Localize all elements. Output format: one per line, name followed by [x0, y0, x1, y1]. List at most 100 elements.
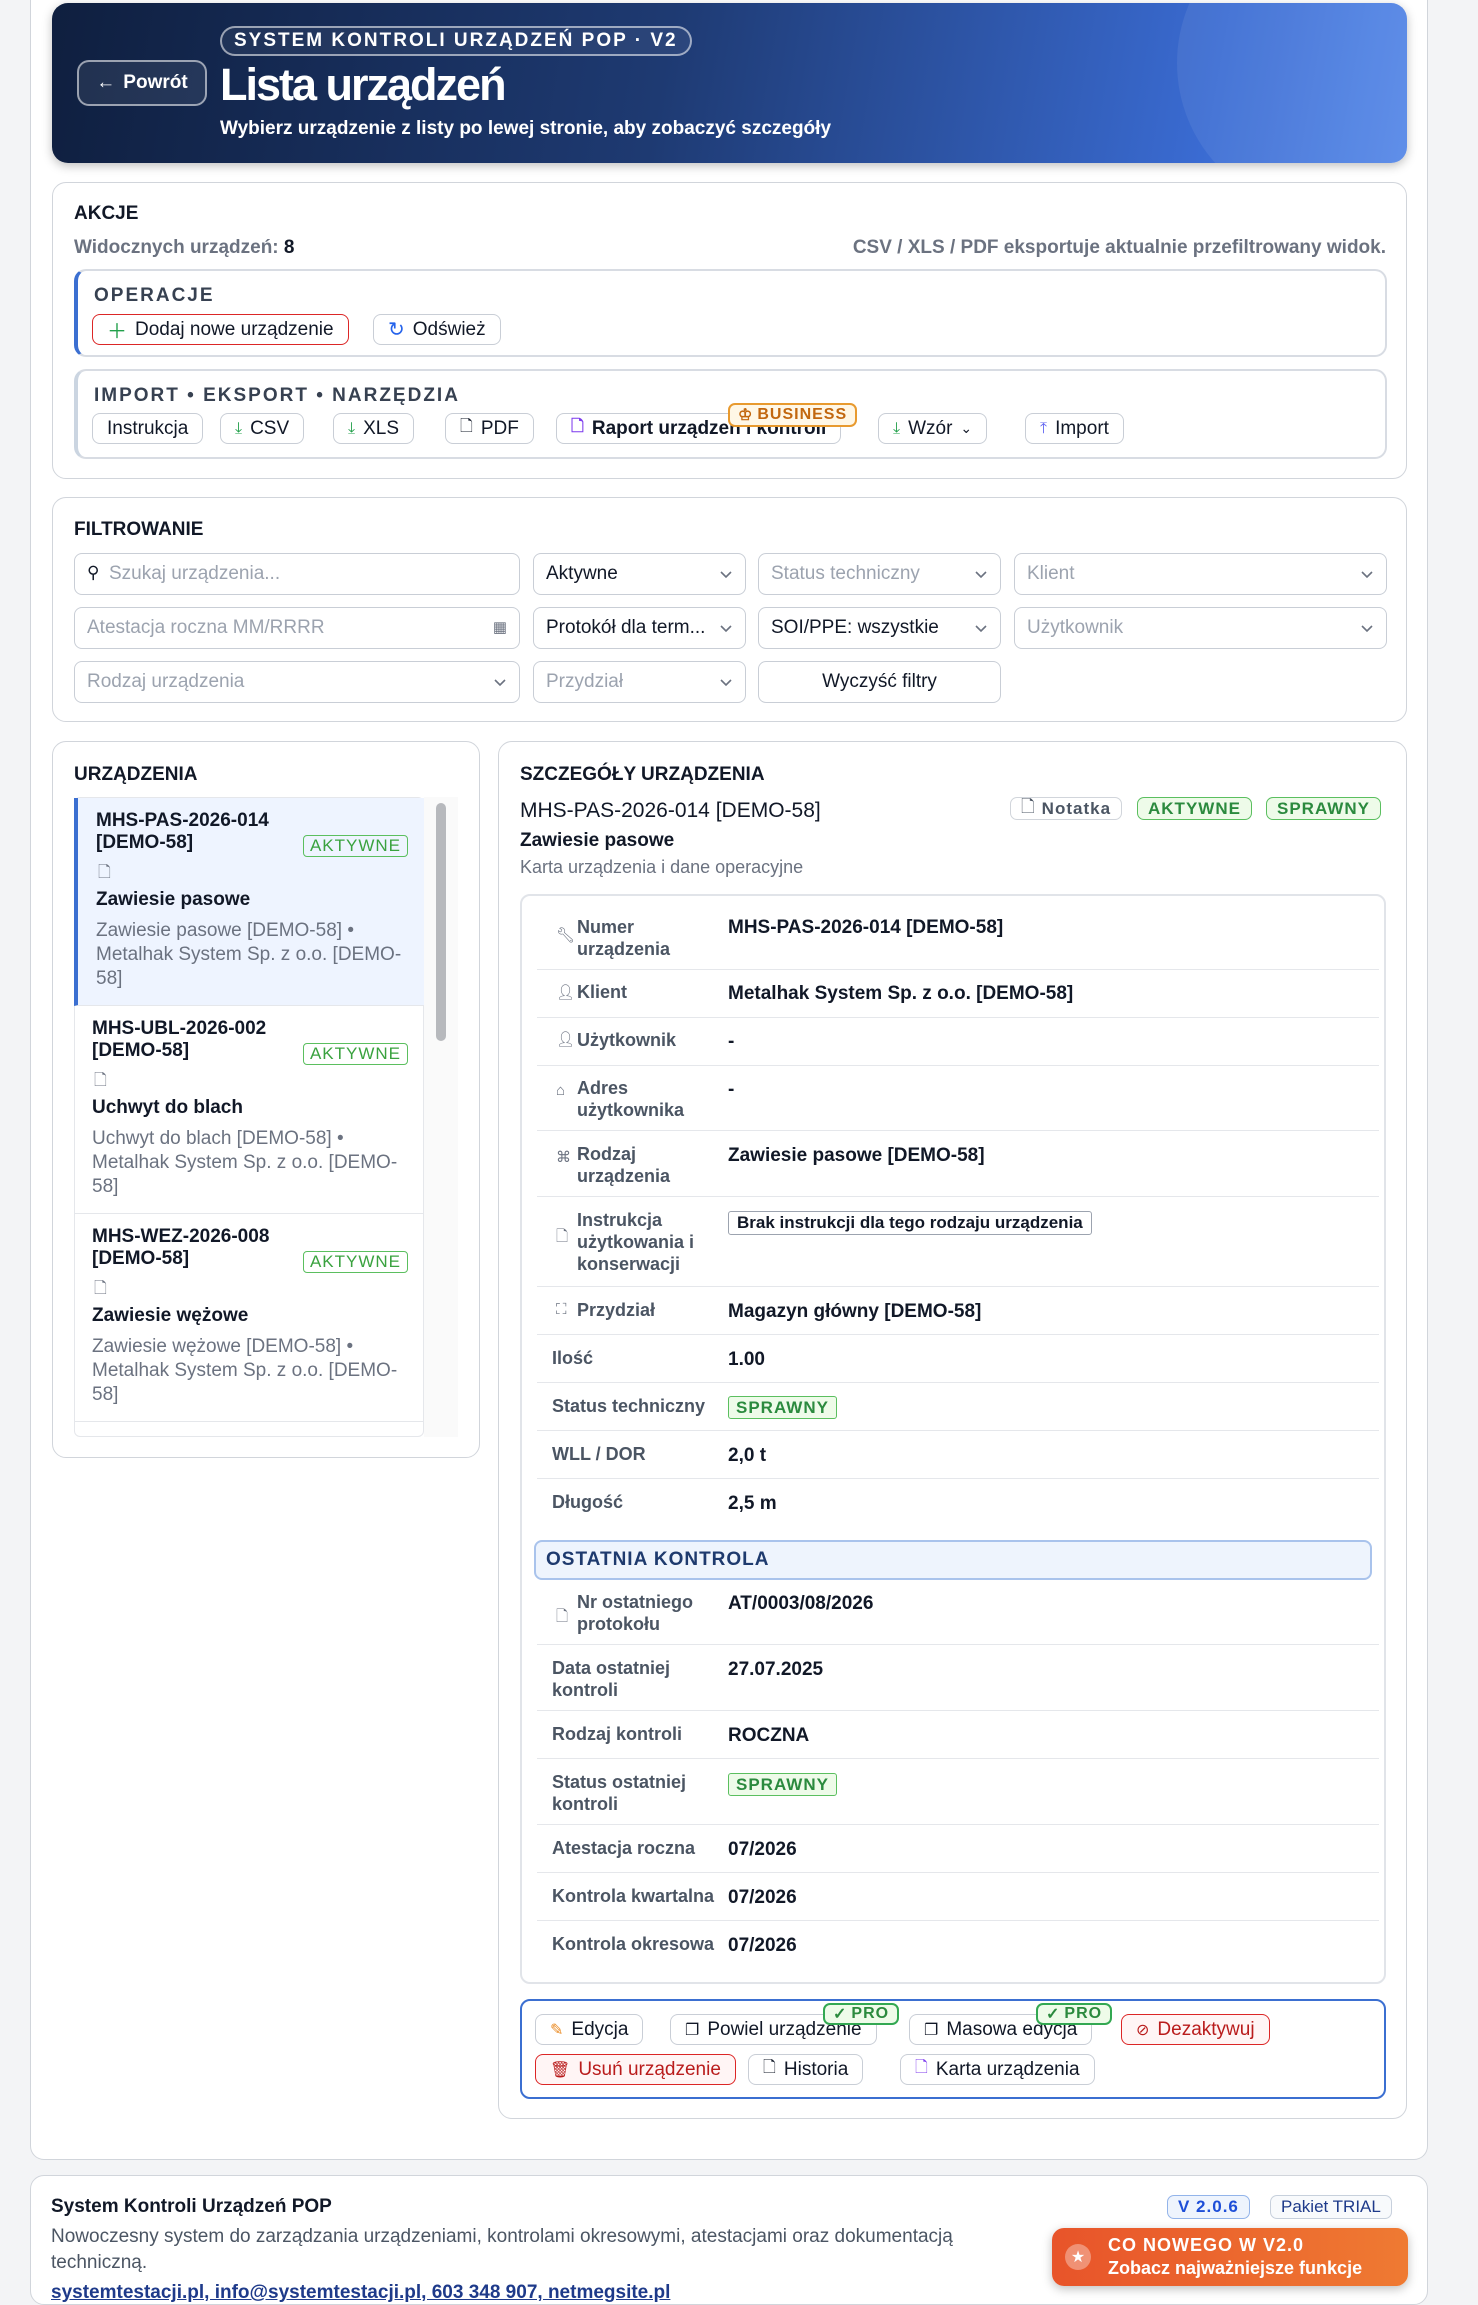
device-type-select[interactable]: Rodzaj urządzenia	[74, 661, 520, 703]
calendar-icon: ▦	[492, 619, 507, 636]
chevron-down-icon	[974, 565, 988, 579]
tech-status-select[interactable]: Status techniczny	[758, 553, 1001, 595]
ban-icon: ⊘	[1136, 2021, 1150, 2039]
export-pdf-button[interactable]: 🗋 PDF	[445, 413, 534, 444]
business-badge: ♔ BUSINESS	[728, 403, 858, 427]
file-report-icon: 🗋	[915, 2059, 928, 2076]
file-icon: 🗋	[556, 1608, 569, 1625]
user-select[interactable]: Użytkownik	[1014, 607, 1387, 649]
date-label: Data ostatniej kontroli	[552, 1658, 671, 1700]
file-icon: 🗋	[94, 1280, 107, 1297]
length-label: Długość	[552, 1492, 624, 1512]
list-item[interactable]: MHS-WEZ-2026-008 [DEMO-58] AKTYWNE 🗋 Zaw…	[74, 1214, 424, 1422]
filters-title: FILTROWANIE	[74, 519, 204, 540]
search-input[interactable]: ⚲ Szukaj urządzenia...	[74, 553, 520, 595]
device-code: MHS-PAS-2026-014 [DEMO-58]	[96, 810, 269, 853]
device-name: Uchwyt do blach	[92, 1097, 243, 1118]
device-name: Zawiesie wężowe	[92, 1305, 249, 1326]
file-icon: 🗋	[98, 864, 111, 881]
wll-value: 2,0 t	[728, 1445, 767, 1466]
list-item[interactable]: MHS-PAS-2026-014 [DEMO-58] AKTYWNE 🗋 Zaw…	[74, 798, 424, 1006]
copy-icon: ❐	[685, 2021, 700, 2039]
kind-label: Rodzaj kontroli	[552, 1724, 682, 1744]
whats-new-button[interactable]: ★ CO NOWEGO W V2.0 Zobacz najważniejsze …	[1052, 2228, 1408, 2286]
tools-title: IMPORT • EKSPORT • NARZĘDZIA	[94, 385, 460, 406]
upload-icon: ⤒	[1040, 419, 1048, 437]
operations-panel: OPERACJE ＋ Dodaj nowe urządzenie ↻ Odświ…	[74, 269, 1387, 357]
control-status-label: Status ostatniej kontroli	[552, 1772, 687, 1814]
actions-title: AKCJE	[74, 203, 139, 224]
version-badge: V 2.0.6	[1167, 2195, 1250, 2219]
copy-icon: ❐	[924, 2021, 939, 2039]
history-button[interactable]: 🗋 Historia	[748, 2054, 864, 2085]
template-dropdown-button[interactable]: ⤓ Wzór ⌄	[878, 413, 988, 444]
length-value: 2,5 m	[728, 1493, 777, 1514]
protocol-value: AT/0003/08/2026	[728, 1593, 874, 1614]
operations-title: OPERACJE	[94, 285, 215, 306]
device-desc: Zawiesie pasowe [DEMO-58] • Metalhak Sys…	[96, 920, 402, 989]
assign-label: Przydział	[577, 1300, 656, 1320]
annual-label: Atestacja roczna	[552, 1838, 696, 1858]
detail-device-name: Zawiesie pasowe	[520, 830, 675, 851]
download-icon: ⤓	[893, 419, 901, 437]
tag-icon: ⌘	[556, 1149, 571, 1166]
status-badge: AKTYWNE	[302, 835, 408, 857]
assign-select[interactable]: Przydział	[533, 661, 746, 703]
device-card-button[interactable]: 🗋 Karta urządzenia	[900, 2054, 1095, 2085]
location-icon: ⛶	[556, 1301, 567, 1318]
delete-button[interactable]: 🗑︎ Usuń urządzenie	[535, 2054, 736, 2085]
manual-value: Brak instrukcji dla tego rodzaju urządze…	[728, 1211, 1092, 1235]
status-select[interactable]: Aktywne	[533, 553, 746, 595]
visible-count-label: Widocznych urządzeń: 8	[74, 237, 295, 258]
scrollbar-thumb[interactable]	[436, 803, 446, 1041]
client-select[interactable]: Klient	[1014, 553, 1387, 595]
chevron-down-icon: ⌄	[960, 420, 973, 436]
pro-badge: ✓ PRO	[1036, 2003, 1113, 2025]
deactivate-button[interactable]: ⊘ Dezaktywuj	[1121, 2014, 1270, 2045]
back-button[interactable]: ← Powrót	[77, 60, 207, 106]
last-control-header: OSTATNIA KONTROLA	[534, 1540, 1372, 1580]
footer-desc: Nowoczesny system do zarządzania urządze…	[51, 2226, 953, 2273]
system-pill: SYSTEM KONTROLI URZĄDZEŃ POP · V2	[220, 26, 692, 56]
protocol-select[interactable]: Protokół dla term...	[533, 607, 746, 649]
chevron-down-icon	[493, 673, 507, 687]
refresh-button[interactable]: ↻ Odśwież	[373, 314, 501, 345]
add-device-button[interactable]: ＋ Dodaj nowe urządzenie	[92, 314, 349, 345]
list-scrollbar[interactable]	[424, 797, 458, 1437]
page-title: Lista urządzeń	[220, 59, 507, 110]
details-card: SZCZEGÓŁY URZĄDZENIA MHS-PAS-2026-014 [D…	[498, 741, 1407, 2119]
back-label: Powrót	[123, 72, 188, 93]
export-xls-button[interactable]: ⤓ XLS	[333, 413, 414, 444]
filters-card: FILTROWANIE ⚲ Szukaj urządzenia... Aktyw…	[52, 497, 1407, 722]
download-icon: ⤓	[235, 419, 243, 437]
client-value: Metalhak System Sp. z o.o. [DEMO-58]	[728, 983, 1074, 1004]
instruction-button[interactable]: Instrukcja	[92, 413, 204, 444]
client-label: Klient	[577, 982, 628, 1002]
chevron-down-icon	[974, 619, 988, 633]
edit-button[interactable]: ✎ Edycja	[535, 2014, 644, 2045]
clear-filters-button[interactable]: Wyczyść filtry	[758, 661, 1001, 703]
quarter-label: Kontrola kwartalna	[552, 1886, 715, 1906]
address-label: Adres użytkownika	[577, 1078, 685, 1120]
protocol-label: Nr ostatniego protokołu	[577, 1592, 694, 1634]
kind-value: ROCZNA	[728, 1725, 810, 1746]
type-label: Rodzaj urządzenia	[577, 1144, 671, 1186]
cta-subtitle: Zobacz najważniejsze funkcje	[1108, 2258, 1363, 2278]
chevron-down-icon	[719, 619, 733, 633]
import-button[interactable]: ⤒ Import	[1025, 413, 1124, 444]
annual-value: 07/2026	[728, 1839, 797, 1860]
export-note: CSV / XLS / PDF eksportuje aktualnie prz…	[852, 237, 1386, 258]
list-item[interactable]: MHS-UBL-2026-002 [DEMO-58] AKTYWNE 🗋 Uch…	[74, 1006, 424, 1214]
file-icon: 🗋	[763, 2059, 776, 2076]
type-value: Zawiesie pasowe [DEMO-58]	[728, 1145, 985, 1166]
attest-date-input[interactable]: Atestacja roczna MM/RRRR ▦	[74, 607, 520, 649]
note-badge[interactable]: 🗋 Notatka	[1010, 797, 1123, 820]
soi-select[interactable]: SOI/PPE: wszystkie	[758, 607, 1001, 649]
manual-label: Instrukcja użytkowania i konserwacji	[577, 1210, 695, 1274]
device-code: MHS-UBL-2026-002 [DEMO-58]	[92, 1018, 267, 1061]
file-icon: 🗋	[460, 418, 473, 435]
footer-contact[interactable]: systemtestacji.pl, info@systemtestacji.p…	[51, 2282, 670, 2304]
export-csv-button[interactable]: ⤓ CSV	[220, 413, 305, 444]
control-status-badge: SPRAWNY	[728, 1773, 837, 1796]
number-value: MHS-PAS-2026-014 [DEMO-58]	[728, 917, 1004, 938]
